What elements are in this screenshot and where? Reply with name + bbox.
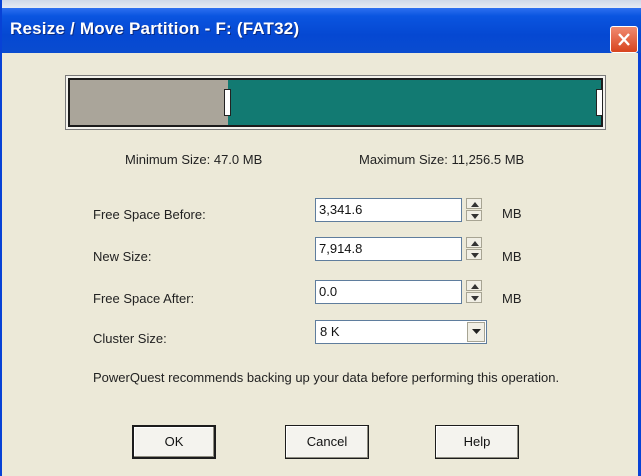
- resize-move-dialog: Resize / Move Partition - F: (FAT32) Min…: [0, 0, 641, 476]
- spin-up-button[interactable]: [466, 198, 482, 209]
- cluster-size-value: 8 K: [320, 324, 340, 339]
- arrow-up-icon: [471, 241, 479, 246]
- spin-down-button[interactable]: [466, 249, 482, 260]
- dropdown-button[interactable]: [467, 322, 485, 342]
- free-space-before-input[interactable]: 3,341.6: [315, 198, 462, 222]
- minimum-size-label: Minimum Size: 47.0 MB: [125, 152, 263, 167]
- cluster-size-label: Cluster Size:: [93, 331, 167, 346]
- close-button[interactable]: [610, 26, 638, 53]
- free-space-before-unit: MB: [502, 206, 522, 221]
- free-space-after-label: Free Space After:: [93, 291, 195, 306]
- free-space-before-region[interactable]: [70, 80, 228, 125]
- spin-up-button[interactable]: [466, 280, 482, 291]
- spin-down-button[interactable]: [466, 210, 482, 221]
- title-bar[interactable]: Resize / Move Partition - F: (FAT32): [2, 8, 641, 53]
- window-title: Resize / Move Partition - F: (FAT32): [10, 19, 300, 38]
- chevron-down-icon: [472, 329, 481, 334]
- left-resize-handle[interactable]: [224, 89, 231, 116]
- partition-region[interactable]: [228, 80, 601, 125]
- arrow-down-icon: [471, 253, 479, 258]
- free-space-after-unit: MB: [502, 291, 522, 306]
- cluster-size-select[interactable]: 8 K: [315, 320, 487, 344]
- close-icon: [618, 33, 630, 46]
- free-space-before-spinner[interactable]: [465, 198, 483, 222]
- arrow-down-icon: [471, 214, 479, 219]
- spin-up-button[interactable]: [466, 237, 482, 248]
- new-size-input[interactable]: 7,914.8: [315, 237, 462, 261]
- spin-down-button[interactable]: [466, 292, 482, 303]
- partition-bar[interactable]: [68, 78, 603, 127]
- arrow-up-icon: [471, 284, 479, 289]
- right-resize-handle[interactable]: [596, 89, 603, 116]
- arrow-down-icon: [471, 296, 479, 301]
- cancel-button[interactable]: Cancel: [285, 425, 369, 459]
- backup-recommendation-text: PowerQuest recommends backing up your da…: [93, 370, 560, 385]
- partition-map: [65, 75, 606, 130]
- arrow-up-icon: [471, 202, 479, 207]
- ok-button[interactable]: OK: [132, 425, 216, 459]
- help-button[interactable]: Help: [435, 425, 519, 459]
- maximum-size-label: Maximum Size: 11,256.5 MB: [359, 152, 525, 167]
- free-space-after-spinner[interactable]: [465, 280, 483, 304]
- new-size-unit: MB: [502, 249, 522, 264]
- background-strip: [2, 0, 641, 8]
- new-size-spinner[interactable]: [465, 237, 483, 261]
- new-size-label: New Size:: [93, 249, 152, 264]
- free-space-after-input[interactable]: 0.0: [315, 280, 462, 304]
- free-space-before-label: Free Space Before:: [93, 207, 206, 222]
